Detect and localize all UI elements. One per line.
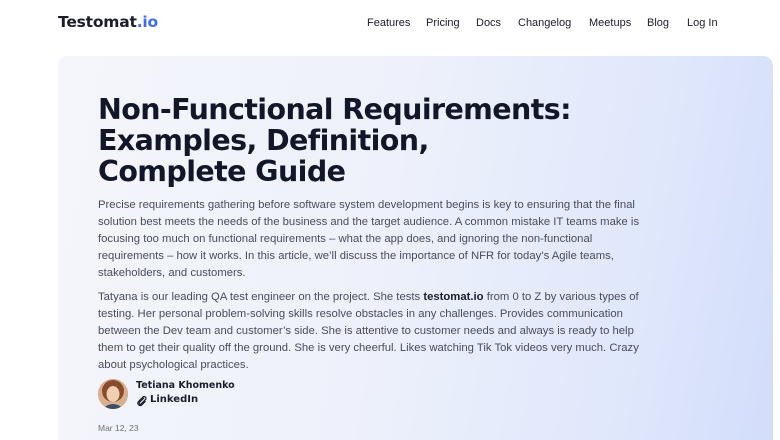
bio-product-name: testomat.io bbox=[423, 291, 484, 303]
author-name: Tetiana Khomenko bbox=[136, 380, 235, 391]
paperclip-icon bbox=[137, 395, 147, 407]
author-bio: Tatyana is our leading QA test engineer … bbox=[98, 289, 668, 374]
site-header: Testomat.io Features Pricing Docs Change… bbox=[0, 0, 780, 46]
bio-text: Tatyana is our leading QA test engineer … bbox=[98, 291, 424, 303]
nav-changelog[interactable]: Changelog bbox=[518, 17, 571, 29]
bio-line: about psychological practices. bbox=[98, 359, 249, 371]
bio-line: Tatyana is our leading QA test engineer … bbox=[98, 289, 668, 306]
article-hero-card: Non-Functional Requirements: Examples, D… bbox=[58, 56, 773, 440]
article-title: Non-Functional Requirements: Examples, D… bbox=[98, 94, 658, 187]
nav-blog[interactable]: Blog bbox=[647, 17, 669, 29]
bio-line: between the Dev team and customer’s side… bbox=[98, 325, 634, 337]
bio-line: them to get their quality off the ground… bbox=[98, 342, 639, 354]
intro-line: solution best meets the needs of the bus… bbox=[98, 216, 640, 228]
linkedin-label: LinkedIn bbox=[150, 394, 199, 405]
title-line: Examples, Definition, bbox=[98, 124, 429, 157]
author-linkedin-link[interactable]: LinkedIn bbox=[136, 394, 226, 408]
nav-pricing[interactable]: Pricing bbox=[426, 17, 460, 29]
article-intro: Precise requirements gathering before so… bbox=[98, 197, 668, 282]
author-block: Tetiana Khomenko LinkedIn bbox=[98, 377, 298, 411]
bio-line: testing. Her personal problem-solving sk… bbox=[98, 308, 623, 320]
intro-line: stakeholders, and customers. bbox=[98, 267, 246, 279]
nav-features[interactable]: Features bbox=[367, 17, 410, 29]
intro-line: focusing too much on functional requirem… bbox=[98, 233, 593, 245]
title-line: Complete Guide bbox=[98, 155, 346, 188]
title-line: Non-Functional Requirements: bbox=[98, 93, 571, 126]
intro-line: Precise requirements gathering before so… bbox=[98, 199, 635, 211]
avatar bbox=[98, 379, 128, 409]
nav-meetups[interactable]: Meetups bbox=[589, 17, 631, 29]
nav-docs[interactable]: Docs bbox=[476, 17, 501, 29]
nav-login[interactable]: Log In bbox=[687, 17, 718, 29]
publish-date: Mar 12, 23 bbox=[98, 423, 139, 433]
bio-text: from 0 to Z by various types of bbox=[483, 291, 639, 303]
intro-line: requirements – how it works. In this art… bbox=[98, 250, 614, 262]
main-nav: Features Pricing Docs Changelog Meetups … bbox=[0, 17, 780, 31]
